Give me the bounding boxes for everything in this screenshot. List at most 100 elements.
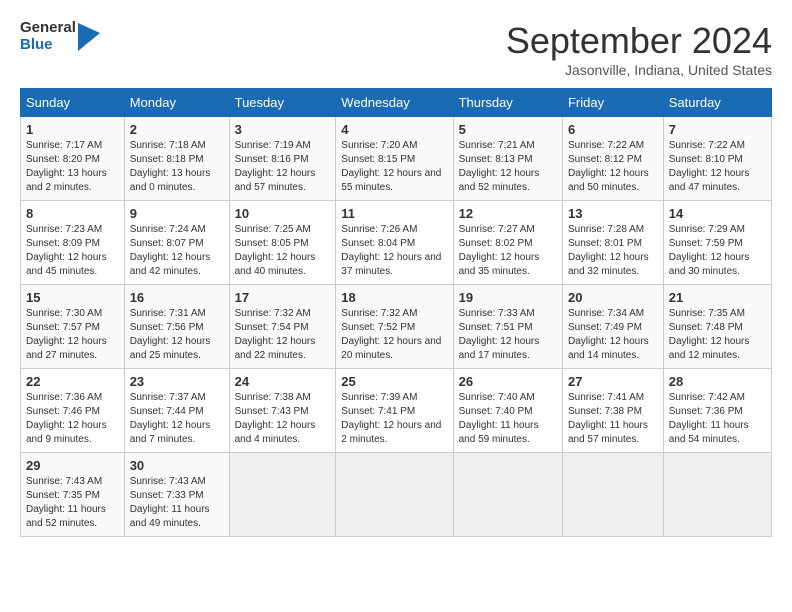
day-cell-19: 19 Sunrise: 7:33 AMSunset: 7:51 PMDayligh…: [453, 285, 562, 369]
week-row-4: 22 Sunrise: 7:36 AMSunset: 7:46 PMDayligh…: [21, 369, 772, 453]
day-number: 24: [235, 374, 331, 389]
day-info: Sunrise: 7:29 AMSunset: 7:59 PMDaylight:…: [669, 223, 766, 279]
day-number: 6: [568, 122, 658, 137]
day-cell-28: 28 Sunrise: 7:42 AMSunset: 7:36 PMDayligh…: [663, 369, 771, 453]
day-header-sunday: Sunday: [21, 89, 125, 117]
day-number: 27: [568, 374, 658, 389]
day-number: 23: [130, 374, 224, 389]
day-info: Sunrise: 7:36 AMSunset: 7:46 PMDaylight:…: [26, 391, 119, 447]
day-cell-25: 25 Sunrise: 7:39 AMSunset: 7:41 PMDayligh…: [336, 369, 453, 453]
day-cell-9: 9 Sunrise: 7:24 AMSunset: 8:07 PMDaylight…: [124, 201, 229, 285]
calendar-title: September 2024: [506, 20, 772, 62]
day-cell-21: 21 Sunrise: 7:35 AMSunset: 7:48 PMDayligh…: [663, 285, 771, 369]
day-cell-30: 30 Sunrise: 7:43 AMSunset: 7:33 PMDayligh…: [124, 453, 229, 537]
logo-container: General Blue: [20, 20, 100, 53]
day-header-tuesday: Tuesday: [229, 89, 336, 117]
day-cell-29: 29 Sunrise: 7:43 AMSunset: 7:35 PMDayligh…: [21, 453, 125, 537]
day-header-saturday: Saturday: [663, 89, 771, 117]
day-number: 22: [26, 374, 119, 389]
day-number: 3: [235, 122, 331, 137]
empty-cell: [453, 453, 562, 537]
calendar-subtitle: Jasonville, Indiana, United States: [506, 62, 772, 78]
day-cell-10: 10Sunrise: 7:25 AMSunset: 8:05 PMDayligh…: [229, 201, 336, 285]
day-number: 25: [341, 374, 447, 389]
day-header-thursday: Thursday: [453, 89, 562, 117]
day-info: Sunrise: 7:21 AMSunset: 8:13 PMDaylight:…: [459, 139, 557, 195]
title-block: September 2024 Jasonville, Indiana, Unit…: [506, 20, 772, 78]
day-number: 28: [669, 374, 766, 389]
day-cell-26: 26 Sunrise: 7:40 AMSunset: 7:40 PMDayligh…: [453, 369, 562, 453]
day-info: Sunrise: 7:31 AMSunset: 7:56 PMDaylight:…: [130, 307, 224, 363]
day-cell-4: 4 Sunrise: 7:20 AMSunset: 8:15 PMDaylight…: [336, 117, 453, 201]
day-cell-7: 7 Sunrise: 7:22 AMSunset: 8:10 PMDaylight…: [663, 117, 771, 201]
day-cell-1: 1 Sunrise: 7:17 AMSunset: 8:20 PMDaylight…: [21, 117, 125, 201]
day-number: 4: [341, 122, 447, 137]
empty-cell: [562, 453, 663, 537]
day-number: 19: [459, 290, 557, 305]
day-cell-12: 12Sunrise: 7:27 AMSunset: 8:02 PMDayligh…: [453, 201, 562, 285]
day-number: 5: [459, 122, 557, 137]
day-info: Sunrise: 7:30 AMSunset: 7:57 PMDaylight:…: [26, 307, 119, 363]
day-info: Sunrise: 7:25 AMSunset: 8:05 PMDaylight:…: [235, 223, 331, 279]
day-info: Sunrise: 7:26 AMSunset: 8:04 PMDaylight:…: [341, 223, 447, 279]
day-number: 17: [235, 290, 331, 305]
day-info: Sunrise: 7:40 AMSunset: 7:40 PMDaylight:…: [459, 391, 557, 447]
day-header-friday: Friday: [562, 89, 663, 117]
day-info: Sunrise: 7:22 AMSunset: 8:10 PMDaylight:…: [669, 139, 766, 195]
day-cell-8: 8Sunrise: 7:23 AMSunset: 8:09 PMDaylight…: [21, 201, 125, 285]
day-number: 26: [459, 374, 557, 389]
day-number: 7: [669, 122, 766, 137]
day-info: Sunrise: 7:42 AMSunset: 7:36 PMDaylight:…: [669, 391, 766, 447]
day-info: Sunrise: 7:17 AMSunset: 8:20 PMDaylight:…: [26, 139, 119, 195]
week-row-2: 8Sunrise: 7:23 AMSunset: 8:09 PMDaylight…: [21, 201, 772, 285]
day-cell-20: 20 Sunrise: 7:34 AMSunset: 7:49 PMDayligh…: [562, 285, 663, 369]
day-cell-16: 16 Sunrise: 7:31 AMSunset: 7:56 PMDayligh…: [124, 285, 229, 369]
day-number: 11: [341, 206, 447, 221]
day-number: 14: [669, 206, 766, 221]
day-info: Sunrise: 7:39 AMSunset: 7:41 PMDaylight:…: [341, 391, 447, 447]
page-header: General Blue September 2024 Jasonville, …: [20, 20, 772, 78]
day-cell-13: 13Sunrise: 7:28 AMSunset: 8:01 PMDayligh…: [562, 201, 663, 285]
day-info: Sunrise: 7:34 AMSunset: 7:49 PMDaylight:…: [568, 307, 658, 363]
day-cell-6: 6 Sunrise: 7:22 AMSunset: 8:12 PMDaylight…: [562, 117, 663, 201]
day-cell-14: 14 Sunrise: 7:29 AMSunset: 7:59 PMDayligh…: [663, 201, 771, 285]
week-row-5: 29 Sunrise: 7:43 AMSunset: 7:35 PMDayligh…: [21, 453, 772, 537]
day-number: 21: [669, 290, 766, 305]
day-number: 20: [568, 290, 658, 305]
day-info: Sunrise: 7:24 AMSunset: 8:07 PMDaylight:…: [130, 223, 224, 279]
day-cell-22: 22 Sunrise: 7:36 AMSunset: 7:46 PMDayligh…: [21, 369, 125, 453]
day-info: Sunrise: 7:19 AMSunset: 8:16 PMDaylight:…: [235, 139, 331, 195]
day-info: Sunrise: 7:41 AMSunset: 7:38 PMDaylight:…: [568, 391, 658, 447]
day-number: 1: [26, 122, 119, 137]
day-cell-15: 15Sunrise: 7:30 AMSunset: 7:57 PMDayligh…: [21, 285, 125, 369]
week-row-1: 1 Sunrise: 7:17 AMSunset: 8:20 PMDaylight…: [21, 117, 772, 201]
day-number: 16: [130, 290, 224, 305]
day-info: Sunrise: 7:23 AMSunset: 8:09 PMDaylight:…: [26, 223, 119, 279]
day-info: Sunrise: 7:35 AMSunset: 7:48 PMDaylight:…: [669, 307, 766, 363]
day-header-wednesday: Wednesday: [336, 89, 453, 117]
day-info: Sunrise: 7:20 AMSunset: 8:15 PMDaylight:…: [341, 139, 447, 195]
day-header-monday: Monday: [124, 89, 229, 117]
day-cell-23: 23 Sunrise: 7:37 AMSunset: 7:44 PMDayligh…: [124, 369, 229, 453]
day-number: 12: [459, 206, 557, 221]
day-cell-17: 17 Sunrise: 7:32 AMSunset: 7:54 PMDayligh…: [229, 285, 336, 369]
day-info: Sunrise: 7:33 AMSunset: 7:51 PMDaylight:…: [459, 307, 557, 363]
day-number: 9: [130, 206, 224, 221]
day-cell-24: 24Sunrise: 7:38 AMSunset: 7:43 PMDayligh…: [229, 369, 336, 453]
day-info: Sunrise: 7:32 AMSunset: 7:54 PMDaylight:…: [235, 307, 331, 363]
day-cell-18: 18 Sunrise: 7:32 AMSunset: 7:52 PMDayligh…: [336, 285, 453, 369]
logo-blue: Blue: [20, 37, 76, 54]
day-info: Sunrise: 7:32 AMSunset: 7:52 PMDaylight:…: [341, 307, 447, 363]
day-info: Sunrise: 7:18 AMSunset: 8:18 PMDaylight:…: [130, 139, 224, 195]
day-number: 30: [130, 458, 224, 473]
day-info: Sunrise: 7:43 AMSunset: 7:35 PMDaylight:…: [26, 475, 119, 531]
logo-triangle-icon: [78, 23, 100, 51]
day-number: 18: [341, 290, 447, 305]
day-cell-27: 27 Sunrise: 7:41 AMSunset: 7:38 PMDayligh…: [562, 369, 663, 453]
day-number: 13: [568, 206, 658, 221]
day-info: Sunrise: 7:43 AMSunset: 7:33 PMDaylight:…: [130, 475, 224, 531]
day-info: Sunrise: 7:22 AMSunset: 8:12 PMDaylight:…: [568, 139, 658, 195]
day-info: Sunrise: 7:37 AMSunset: 7:44 PMDaylight:…: [130, 391, 224, 447]
day-number: 29: [26, 458, 119, 473]
day-number: 2: [130, 122, 224, 137]
